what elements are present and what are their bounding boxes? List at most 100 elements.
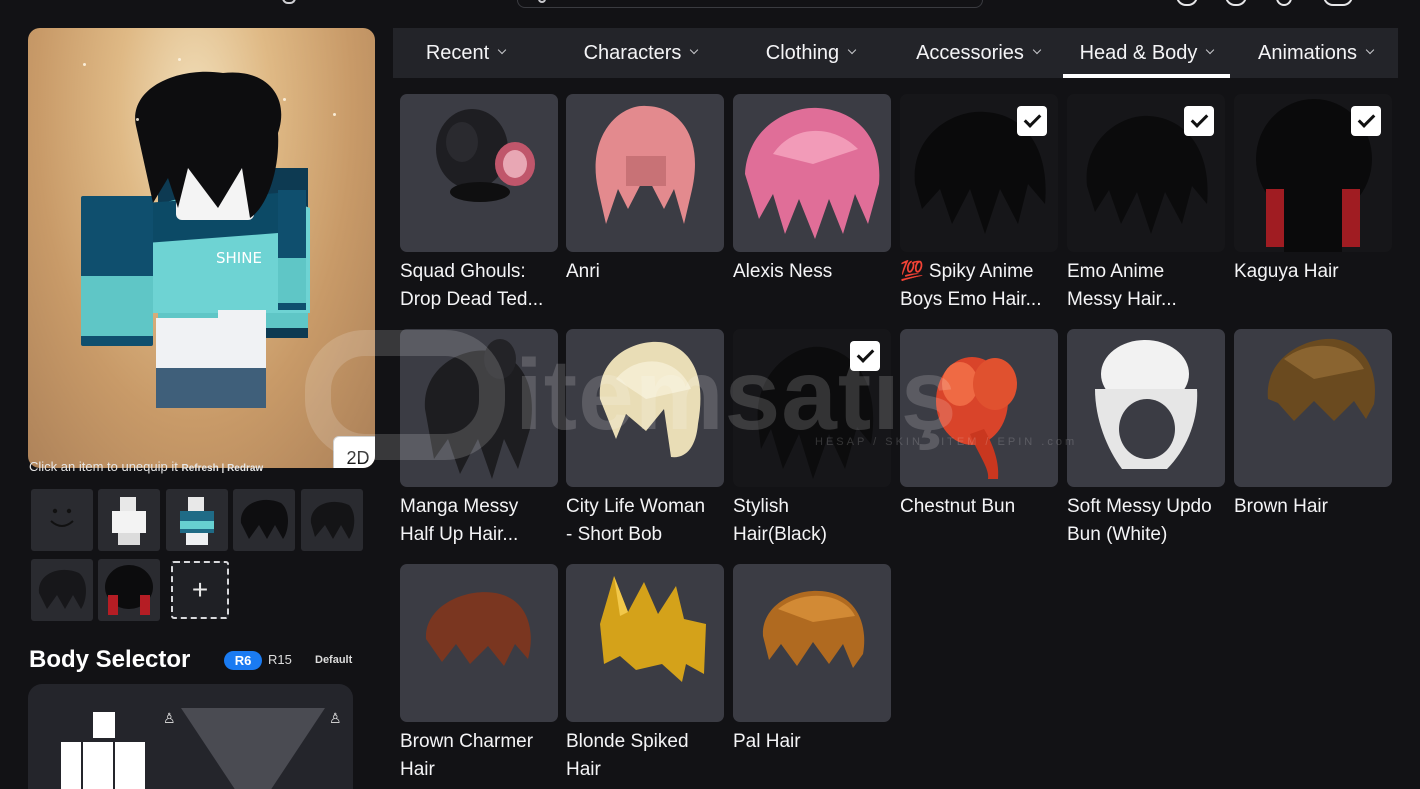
check-icon	[1357, 110, 1375, 128]
equipped-slot-avatar-outfit[interactable]	[166, 489, 228, 551]
equipped-checkmark[interactable]	[1184, 106, 1214, 136]
small-person-icon: ♙	[163, 710, 176, 726]
item-thumbnail	[1234, 329, 1392, 487]
tab-recent[interactable]: Recent	[393, 28, 538, 78]
avatar-model: SHINE	[81, 71, 310, 408]
robux-icon[interactable]	[1225, 0, 1247, 6]
large-person-icon: ♙	[329, 710, 342, 726]
item-name: Emo Anime	[1067, 261, 1165, 282]
item-name: Hair	[566, 759, 601, 780]
equipped-checkmark[interactable]	[1017, 106, 1047, 136]
item-name: Hair(Black)	[733, 524, 827, 545]
item-name: Anri	[566, 261, 600, 282]
category-tabs: Recent Characters Clothing Accessories H…	[393, 28, 1398, 78]
rig-r6-toggle[interactable]: R6	[224, 651, 262, 670]
sparkle	[83, 63, 86, 66]
body-selector-panel[interactable]	[28, 684, 353, 789]
item-name: - Short Bob	[566, 524, 663, 545]
check-icon	[1023, 110, 1041, 128]
chevron-down-icon	[1206, 45, 1215, 55]
item-name: Bun (White)	[1067, 524, 1168, 545]
default-body-button[interactable]: Default	[315, 654, 352, 666]
search-input[interactable]	[517, 0, 983, 8]
item-thumbnail	[733, 564, 891, 722]
item-thumbnail	[566, 94, 724, 252]
equipped-slot-hair-4[interactable]	[98, 559, 160, 621]
item-thumbnail	[900, 94, 1058, 252]
tab-animations[interactable]: Animations	[1238, 28, 1393, 78]
sparkle	[283, 98, 286, 101]
tab-label: Animations	[1258, 41, 1357, 64]
item-thumbnail	[1067, 329, 1225, 487]
search-icon	[538, 0, 546, 3]
item-thumbnail	[400, 564, 558, 722]
item-name: Squad Ghouls:	[400, 261, 526, 282]
body-selector-title: Body Selector	[29, 646, 191, 673]
item-thumbnail	[400, 329, 558, 487]
view-2d-button[interactable]: 2D	[333, 436, 375, 468]
tab-label: Characters	[583, 41, 682, 64]
top-bar	[0, 0, 1420, 14]
item-name: Manga Messy	[400, 496, 519, 517]
tab-label: Head & Body	[1079, 41, 1198, 64]
item-thumbnail	[1067, 94, 1225, 252]
equipped-slot-face[interactable]	[31, 489, 93, 551]
settings-icon[interactable]	[1276, 0, 1292, 6]
tab-accessories[interactable]: Accessories	[898, 28, 1058, 78]
item-name: Messy Hair...	[1067, 289, 1177, 310]
item-name: Blonde Spiked	[566, 731, 689, 752]
item-name: City Life Woman	[566, 496, 706, 517]
item-name: Alexis Ness	[733, 261, 833, 282]
item-name: Half Up Hair...	[400, 524, 519, 545]
item-name: Drop Dead Ted...	[400, 289, 544, 310]
chevron-down-icon	[497, 45, 507, 55]
check-icon	[856, 345, 874, 363]
refresh-redraw-link[interactable]: Refresh | Redraw	[181, 463, 263, 474]
equipped-checkmark[interactable]	[1351, 106, 1381, 136]
svg-text:SHINE: SHINE	[216, 249, 262, 267]
shield-icon[interactable]	[1323, 0, 1353, 6]
unequip-hint: Click an item to unequip it Refresh | Re…	[29, 459, 263, 474]
tab-head-body[interactable]: Head & Body	[1063, 28, 1230, 78]
plus-icon: +	[191, 574, 209, 605]
tab-label: Recent	[425, 41, 490, 64]
equipped-slot-hair-2[interactable]	[301, 489, 363, 551]
tab-clothing[interactable]: Clothing	[743, 28, 878, 78]
item-thumbnail	[900, 329, 1058, 487]
rig-r15-toggle[interactable]: R15	[268, 652, 292, 667]
tab-label: Clothing	[765, 41, 840, 64]
item-thumbnail	[1234, 94, 1392, 252]
check-icon	[1190, 110, 1208, 128]
chevron-down-icon	[1032, 45, 1042, 55]
chevron-down-icon	[1365, 45, 1375, 55]
sparkle	[136, 118, 139, 121]
item-name: Pal Hair	[733, 731, 801, 752]
add-item-button[interactable]: +	[171, 561, 229, 619]
unequip-hint-text: Click an item to unequip it	[29, 459, 178, 474]
item-name: Hair	[400, 759, 435, 780]
logo-fragment	[282, 0, 296, 4]
item-name: 💯 Spiky Anime	[900, 261, 1034, 282]
item-thumbnail	[400, 94, 558, 252]
tab-characters[interactable]: Characters	[563, 28, 718, 78]
item-name: Boys Emo Hair...	[900, 289, 1042, 310]
item-thumbnail	[566, 329, 724, 487]
item-name: Chestnut Bun	[900, 496, 1016, 517]
chevron-down-icon	[690, 45, 699, 55]
equipped-slot-hair-1[interactable]	[233, 489, 295, 551]
item-thumbnail	[566, 564, 724, 722]
item-name: Brown Hair	[1234, 496, 1328, 517]
item-thumbnail	[733, 94, 891, 252]
item-name: Kaguya Hair	[1234, 261, 1339, 282]
item-thumbnail	[733, 329, 891, 487]
sparkle	[333, 113, 336, 116]
equipped-checkmark[interactable]	[850, 341, 880, 371]
tab-label: Accessories	[916, 41, 1024, 64]
item-name: Stylish	[733, 496, 789, 517]
avatar-preview[interactable]: SHINE 2D	[28, 28, 375, 468]
notifications-icon[interactable]	[1176, 0, 1198, 6]
sparkle	[178, 58, 181, 61]
item-name: Soft Messy Updo	[1067, 496, 1212, 517]
equipped-slot-avatar-white[interactable]	[98, 489, 160, 551]
equipped-slot-hair-3[interactable]	[31, 559, 93, 621]
